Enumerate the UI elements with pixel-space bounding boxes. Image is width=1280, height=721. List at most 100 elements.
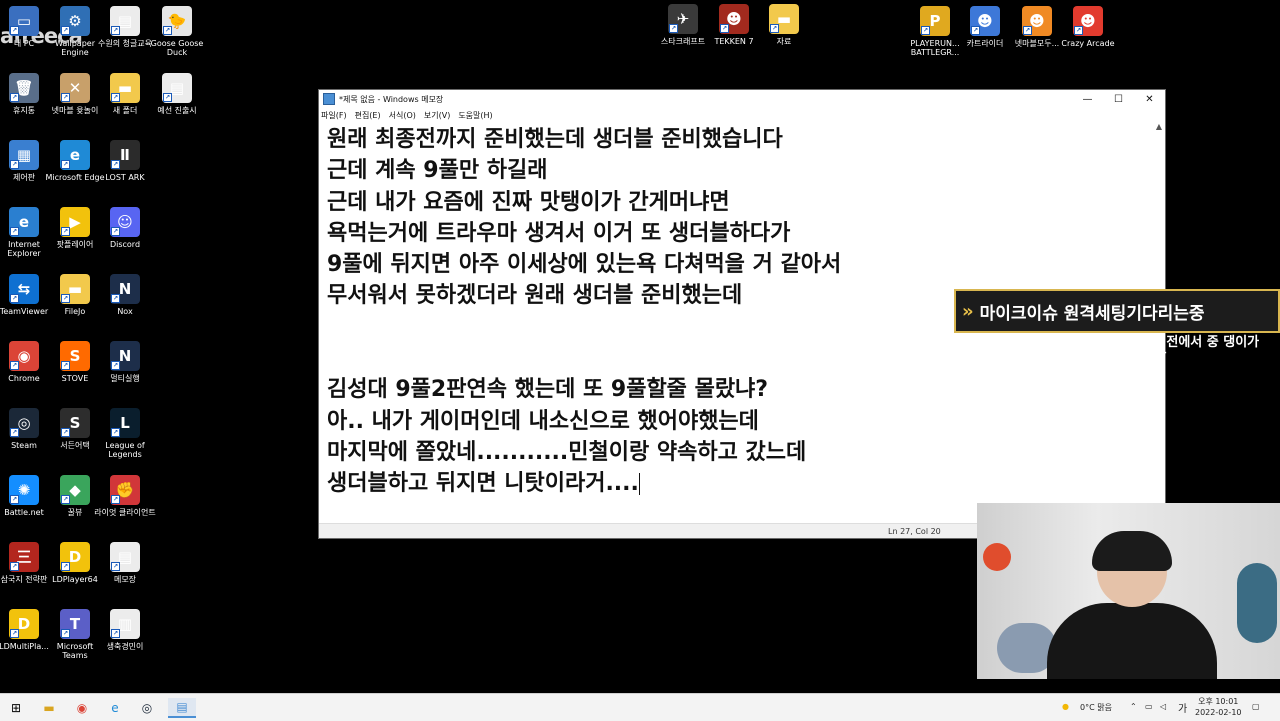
desktop-icon[interactable]: ▤ ↗ 메모장	[93, 542, 157, 584]
desktop-icon-label: 멀티실행	[110, 374, 140, 383]
shortcut-arrow-icon: ↗	[111, 428, 120, 437]
app-icon: S ↗	[60, 408, 90, 438]
shortcut-arrow-icon: ↗	[61, 294, 70, 303]
notification-icon[interactable]: ▢	[1252, 702, 1260, 711]
steam-icon[interactable]: ◎	[137, 698, 157, 718]
minimize-button[interactable]: —	[1072, 94, 1103, 105]
desktop-icon[interactable]: Ⅱ ↗ LOST ARK	[93, 140, 157, 182]
weather-icon[interactable]: ●	[1062, 702, 1069, 711]
shortcut-arrow-icon: ↗	[921, 26, 930, 35]
desktop-icon[interactable]: L ↗ League of Legends	[93, 408, 157, 459]
desktop-icon-label: Discord	[109, 240, 141, 249]
weather-text[interactable]: 0°C 맑음	[1080, 702, 1112, 713]
text-line: 욕먹는거에 트라우마 생겨서 이거 또 생더블하다가	[327, 220, 791, 246]
shortcut-arrow-icon: ↗	[111, 227, 120, 236]
tray-chevron-icon[interactable]: ⌃	[1130, 702, 1137, 711]
app-icon: Ⅱ ↗	[110, 140, 140, 170]
leader-value-1: 긍정 레더전에서 중 댕이가 갓 유리함	[1114, 335, 1260, 364]
desktop: afreeca ▭ ↗ 내 PC ⚙ ↗ Wallpaper Engine ▤ ↗ 수원의 청글…	[0, 0, 1280, 693]
notepad-menu-bar: 파일(F) 편집(E) 서식(O) 보기(V) 도움말(H)	[319, 108, 1165, 122]
network-icon[interactable]: ▭	[1145, 702, 1153, 711]
menu-help[interactable]: 도움말(H)	[458, 110, 492, 121]
shortcut-arrow-icon: ↗	[770, 24, 779, 33]
shortcut-arrow-icon: ↗	[61, 495, 70, 504]
shortcut-arrow-icon: ↗	[10, 294, 19, 303]
app-icon: D ↗	[60, 542, 90, 572]
app-icon: ▥ ↗	[110, 609, 140, 639]
volume-icon[interactable]: ◁	[1160, 702, 1166, 711]
shortcut-arrow-icon: ↗	[111, 294, 120, 303]
shortcut-arrow-icon: ↗	[111, 93, 120, 102]
close-button[interactable]: ✕	[1134, 94, 1165, 105]
shortcut-arrow-icon: ↗	[10, 26, 19, 35]
desktop-icon-label: Goose Goose Duck	[150, 39, 204, 57]
desktop-icon[interactable]: ✊ ↗ 라이엇 클라이언트	[93, 475, 157, 517]
shortcut-arrow-icon: ↗	[1074, 26, 1083, 35]
leader-value-2: 3연9 ㅜ	[1114, 388, 1165, 404]
shortcut-arrow-icon: ↗	[10, 562, 19, 571]
taskbar: ⊞ ▬ ◉ e ◎ ▤ ● 0°C 맑음 ⌃ ▭ ◁ 가 오후 10:01 20…	[0, 693, 1280, 721]
desktop-icon-label: LOST ARK	[105, 173, 145, 182]
app-icon: ☺ ↗	[110, 207, 140, 237]
broadcast-ticker: » 마이크이슈 원격세팅기다리는중	[954, 289, 1280, 333]
app-icon: 🐤 ↗	[162, 6, 192, 36]
shortcut-arrow-icon: ↗	[971, 26, 980, 35]
clock-time: 오후 10:01	[1198, 697, 1239, 706]
chrome-icon[interactable]: ◉	[72, 698, 92, 718]
scroll-up-icon[interactable]: ▲	[1153, 122, 1165, 131]
app-icon: ☻ ↗	[1073, 6, 1103, 36]
shortcut-arrow-icon: ↗	[61, 361, 70, 370]
notepad-icon	[323, 93, 335, 105]
shortcut-arrow-icon: ↗	[163, 26, 172, 35]
notepad-title: *제목 없음 - Windows 메모장	[339, 94, 444, 104]
windows-start-icon[interactable]: ⊞	[6, 698, 26, 718]
desktop-icon[interactable]: ▬ ↗ 자료	[752, 4, 816, 46]
app-icon: 🗑 ↗	[9, 73, 39, 103]
leader-name-1: V월손V	[963, 347, 1011, 363]
shortcut-arrow-icon: ↗	[111, 495, 120, 504]
menu-view[interactable]: 보기(V)	[424, 110, 450, 121]
ime-indicator[interactable]: 가	[1178, 700, 1187, 715]
shortcut-arrow-icon: ↗	[669, 24, 678, 33]
desktop-icon[interactable]: N ↗ Nox	[93, 274, 157, 316]
notepad-title-bar[interactable]: *제목 없음 - Windows 메모장 — ☐ ✕	[319, 90, 1165, 108]
desktop-icon-label: Nox	[117, 307, 133, 316]
app-icon: ◉ ↗	[9, 341, 39, 371]
clock[interactable]: 오후 10:01 2022-02-10	[1195, 696, 1242, 718]
app-icon: ▶ ↗	[60, 207, 90, 237]
shortcut-arrow-icon: ↗	[163, 93, 172, 102]
app-icon: S ↗	[60, 341, 90, 371]
app-icon: T ↗	[60, 609, 90, 639]
file-explorer-icon[interactable]: ▬	[39, 698, 59, 718]
text-line: 원래 최종전까지 준비했는데 생더블 준비했습니다	[327, 127, 783, 152]
app-icon: ◆ ↗	[60, 475, 90, 505]
app-icon: ▬ ↗	[769, 4, 799, 34]
app-icon: ☻ ↗	[719, 4, 749, 34]
desktop-icon-label: 라이엇 클라이언트	[94, 508, 156, 517]
desktop-icon[interactable]: ☻ ↗ Crazy Arcade	[1056, 6, 1120, 48]
menu-format[interactable]: 서식(O)	[389, 110, 416, 121]
desktop-icon[interactable]: ☺ ↗ Discord	[93, 207, 157, 249]
shortcut-arrow-icon: ↗	[1023, 26, 1032, 35]
app-icon: ▬ ↗	[110, 73, 140, 103]
shortcut-arrow-icon: ↗	[61, 93, 70, 102]
app-icon: 三 ↗	[9, 542, 39, 572]
leader-name-3: 존재감α	[963, 420, 1012, 436]
app-icon: N ↗	[110, 341, 140, 371]
app-icon: P ↗	[920, 6, 950, 36]
app-icon: D ↗	[9, 609, 39, 639]
desktop-icon[interactable]: ▥ ↗ 생축경민이	[93, 609, 157, 651]
desktop-icon[interactable]: N ↗ 멀티실행	[93, 341, 157, 383]
leader-name-2: 한량+_+.	[963, 388, 1025, 404]
menu-file[interactable]: 파일(F)	[321, 110, 347, 121]
desktop-icon[interactable]: ▤ ↗ 예선 진출시	[145, 73, 209, 115]
menu-edit[interactable]: 편집(E)	[355, 110, 381, 121]
shortcut-arrow-icon: ↗	[10, 495, 19, 504]
shortcut-arrow-icon: ↗	[111, 160, 120, 169]
maximize-button[interactable]: ☐	[1103, 94, 1134, 105]
shortcut-arrow-icon: ↗	[111, 629, 120, 638]
shortcut-arrow-icon: ↗	[61, 227, 70, 236]
desktop-icon[interactable]: 🐤 ↗ Goose Goose Duck	[145, 6, 209, 57]
edge-icon[interactable]: e	[105, 698, 125, 718]
notepad-taskbar-icon[interactable]: ▤	[168, 698, 196, 718]
